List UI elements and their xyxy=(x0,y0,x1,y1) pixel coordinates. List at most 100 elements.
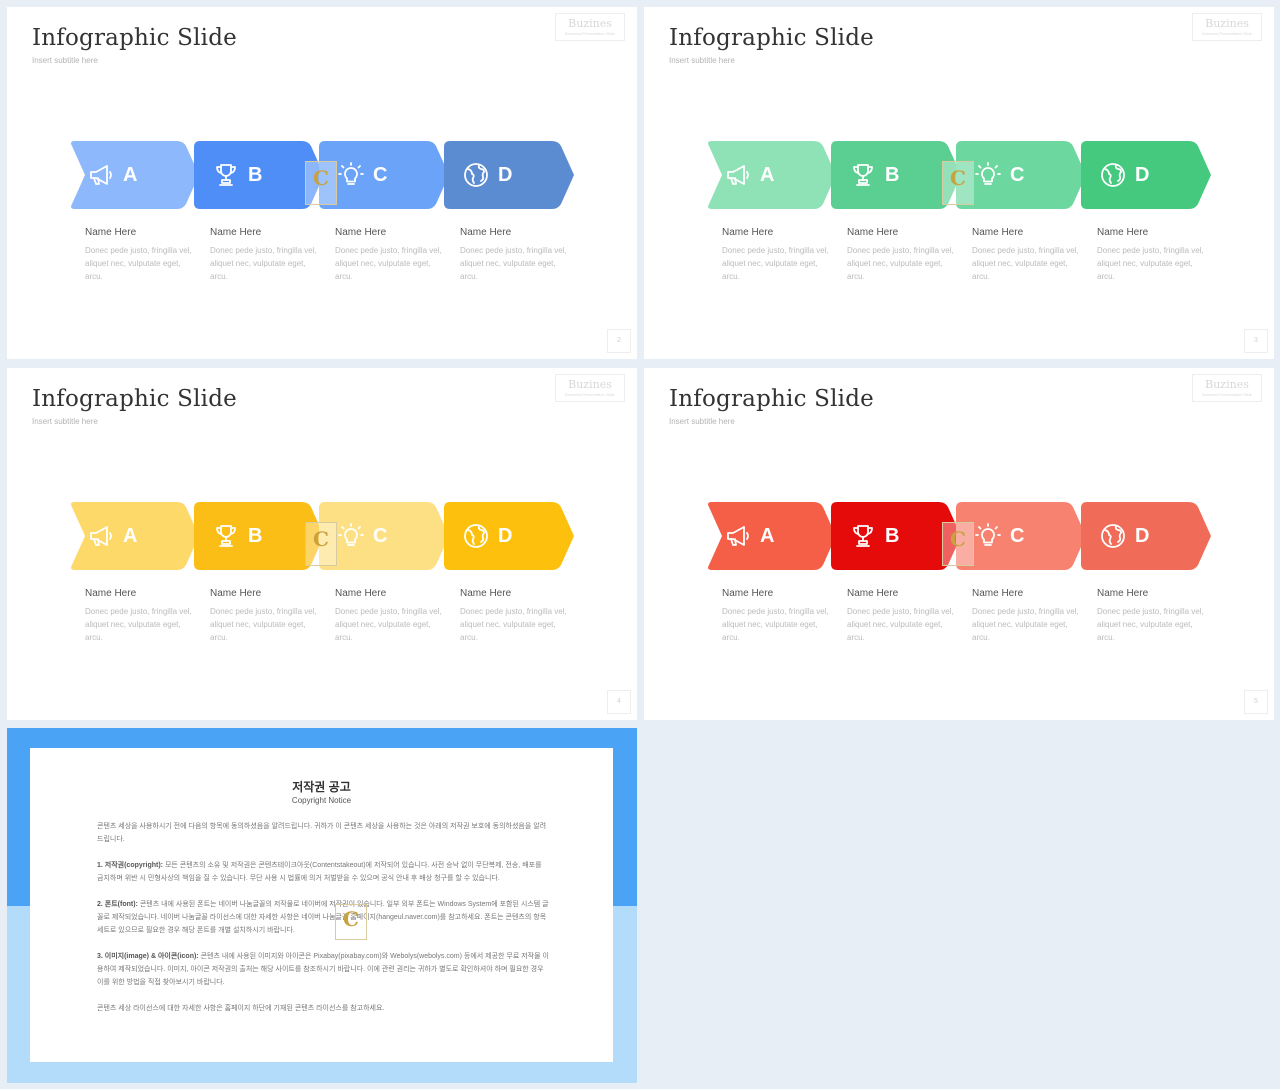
step-letter: B xyxy=(885,525,900,547)
step-name: Name Here xyxy=(847,588,899,599)
step-name: Name Here xyxy=(1097,588,1149,599)
step-letter: B xyxy=(248,525,263,547)
notice-paragraph: 2. 폰트(font): 콘텐츠 내에 사용된 폰트는 네이버 나눔글꼴의 저작… xyxy=(97,901,549,934)
watermark-badge: C xyxy=(942,161,974,205)
step-caption: Name Here Donec pede justo, fringilla vel… xyxy=(85,588,195,644)
step-name: Name Here xyxy=(335,588,387,599)
page-number: 5 xyxy=(1244,690,1268,714)
step-name: Name Here xyxy=(722,227,774,238)
globe-icon xyxy=(462,161,490,189)
infographic-slide: Infographic Slide Insert subtitle here Buz… xyxy=(7,7,637,359)
step-letter: B xyxy=(248,164,263,186)
step-letter: B xyxy=(885,164,900,186)
slide-subtitle: Insert subtitle here xyxy=(32,56,98,65)
lightbulb-icon xyxy=(337,522,365,550)
step-description: Donec pede justo, fringilla vel, aliquet… xyxy=(847,607,954,642)
step-description: Donec pede justo, fringilla vel, aliquet… xyxy=(722,607,829,642)
step-letter: C xyxy=(373,525,388,547)
globe-icon xyxy=(462,522,490,550)
step-caption: Name Here Donec pede justo, fringilla vel… xyxy=(1097,227,1207,283)
infographic-slide: Infographic Slide Insert subtitle here Buz… xyxy=(644,368,1274,720)
slide-title: Infographic Slide xyxy=(669,386,874,412)
slide-subtitle: Insert subtitle here xyxy=(669,56,735,65)
step-description: Donec pede justo, fringilla vel, aliquet… xyxy=(460,607,567,642)
step-caption: Name Here Donec pede justo, fringilla vel… xyxy=(460,588,570,644)
process-step-c: C xyxy=(319,141,449,209)
lightbulb-icon xyxy=(337,161,365,189)
step-letter: A xyxy=(760,525,775,547)
infographic-slide: Infographic Slide Insert subtitle here Buz… xyxy=(644,7,1274,359)
slide-subtitle: Insert subtitle here xyxy=(32,417,98,426)
slide-title: Infographic Slide xyxy=(669,25,874,51)
page-number: 3 xyxy=(1244,329,1268,353)
notice-paragraph: 1. 저작권(copyright): 모든 콘텐츠의 소유 및 저작권은 콘텐츠… xyxy=(97,862,542,882)
slide-title: Infographic Slide xyxy=(32,25,237,51)
step-name: Name Here xyxy=(1097,227,1149,238)
watermark-badge: C xyxy=(335,904,367,940)
process-step-d: D xyxy=(444,141,574,209)
notice-body: 콘텐츠 세상을 사용하시기 전에 다음의 항목에 동의하셨음을 알려드립니다. … xyxy=(97,820,549,1028)
step-caption: Name Here Donec pede justo, fringilla vel… xyxy=(210,588,320,644)
process-step-d: D xyxy=(444,502,574,570)
step-letter: A xyxy=(123,525,138,547)
trophy-icon xyxy=(849,161,877,189)
step-caption: Name Here Donec pede justo, fringilla vel… xyxy=(210,227,320,283)
globe-icon xyxy=(1099,161,1127,189)
megaphone-icon xyxy=(87,522,115,550)
brand-logo: Buzines Business Presentation Slide xyxy=(1192,13,1262,41)
brand-logo: Buzines Business Presentation Slide xyxy=(555,374,625,402)
process-step-a: A xyxy=(69,141,199,209)
step-description: Donec pede justo, fringilla vel, aliquet… xyxy=(1097,607,1204,642)
brand-logo: Buzines Business Presentation Slide xyxy=(1192,374,1262,402)
step-caption: Name Here Donec pede justo, fringilla vel… xyxy=(722,227,832,283)
step-description: Donec pede justo, fringilla vel, aliquet… xyxy=(85,246,192,281)
trophy-icon xyxy=(212,522,240,550)
watermark-badge: C xyxy=(942,522,974,566)
trophy-icon xyxy=(212,161,240,189)
step-name: Name Here xyxy=(85,227,137,238)
step-letter: C xyxy=(373,164,388,186)
step-description: Donec pede justo, fringilla vel, aliquet… xyxy=(847,246,954,281)
step-description: Donec pede justo, fringilla vel, aliquet… xyxy=(85,607,192,642)
step-name: Name Here xyxy=(722,588,774,599)
step-letter: D xyxy=(498,525,513,547)
step-description: Donec pede justo, fringilla vel, aliquet… xyxy=(972,607,1079,642)
copyright-notice-slide: 저작권 공고 Copyright Notice 콘텐츠 세상을 사용하시기 전에… xyxy=(7,728,637,1083)
notice-paragraph: 3. 이미지(image) & 아이콘(icon): 콘텐츠 내에 사용된 이미… xyxy=(97,953,549,986)
notice-paragraph: 콘텐츠 세상 라이선스에 대한 자세한 사항은 홈페이지 하단에 기재된 콘텐츠… xyxy=(97,1005,385,1012)
step-letter: D xyxy=(498,164,513,186)
step-name: Name Here xyxy=(847,227,899,238)
step-caption: Name Here Donec pede justo, fringilla vel… xyxy=(972,227,1082,283)
step-name: Name Here xyxy=(210,227,262,238)
step-caption: Name Here Donec pede justo, fringilla vel… xyxy=(335,588,445,644)
lightbulb-icon xyxy=(974,522,1002,550)
notice-title: 저작권 공고 xyxy=(292,780,351,794)
step-name: Name Here xyxy=(210,588,262,599)
lightbulb-icon xyxy=(974,161,1002,189)
process-step-c: C xyxy=(319,502,449,570)
step-caption: Name Here Donec pede justo, fringilla vel… xyxy=(722,588,832,644)
notice-paragraph: 콘텐츠 세상을 사용하시기 전에 다음의 항목에 동의하셨음을 알려드립니다. … xyxy=(97,823,547,843)
megaphone-icon xyxy=(724,161,752,189)
process-step-c: C xyxy=(956,502,1086,570)
step-letter: D xyxy=(1135,164,1150,186)
step-name: Name Here xyxy=(460,227,512,238)
notice-card: 저작권 공고 Copyright Notice 콘텐츠 세상을 사용하시기 전에… xyxy=(30,748,613,1062)
process-step-d: D xyxy=(1081,141,1211,209)
step-name: Name Here xyxy=(972,227,1024,238)
page-number: 4 xyxy=(607,690,631,714)
step-caption: Name Here Donec pede justo, fringilla vel… xyxy=(85,227,195,283)
step-caption: Name Here Donec pede justo, fringilla vel… xyxy=(847,588,957,644)
step-name: Name Here xyxy=(85,588,137,599)
process-step-a: A xyxy=(706,502,836,570)
step-letter: C xyxy=(1010,525,1025,547)
page-number: 2 xyxy=(607,329,631,353)
step-letter: D xyxy=(1135,525,1150,547)
step-name: Name Here xyxy=(972,588,1024,599)
step-letter: C xyxy=(1010,164,1025,186)
step-caption: Name Here Donec pede justo, fringilla vel… xyxy=(847,227,957,283)
step-caption: Name Here Donec pede justo, fringilla vel… xyxy=(1097,588,1207,644)
infographic-slide: Infographic Slide Insert subtitle here Buz… xyxy=(7,368,637,720)
step-description: Donec pede justo, fringilla vel, aliquet… xyxy=(1097,246,1204,281)
step-name: Name Here xyxy=(335,227,387,238)
